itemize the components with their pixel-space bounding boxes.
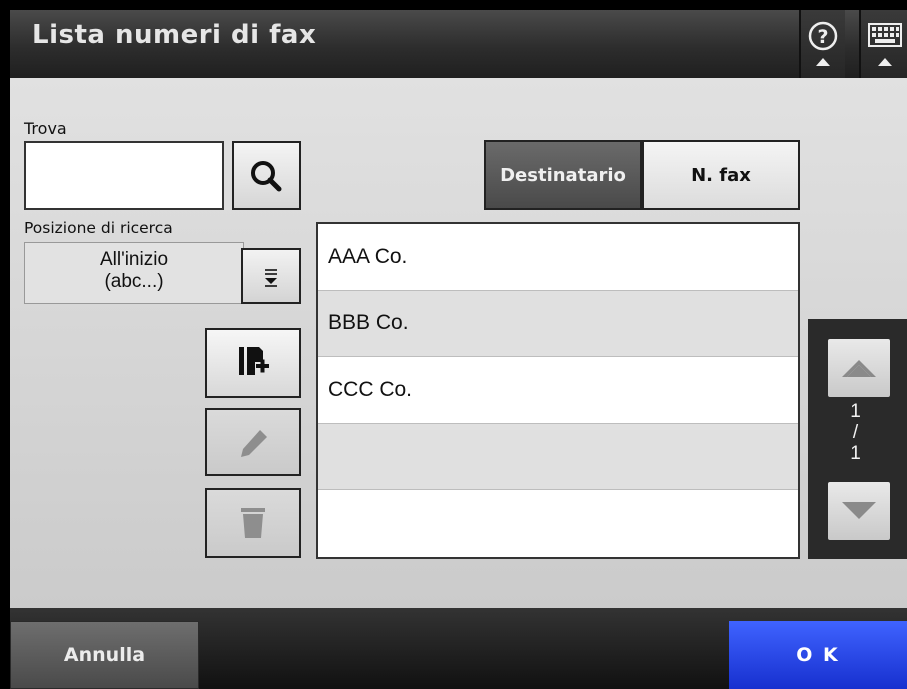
edit-entry-button[interactable] xyxy=(205,408,301,476)
main-panel: Trova Posizione di ricerca All'inizio (a… xyxy=(10,78,907,608)
fax-list: AAA Co. BBB Co. CCC Co. xyxy=(316,222,800,559)
search-button[interactable] xyxy=(232,141,301,210)
page-current: 1 xyxy=(850,401,861,422)
add-entry-button[interactable] xyxy=(205,328,301,398)
list-item[interactable] xyxy=(318,423,798,491)
chevron-down-icon xyxy=(842,502,876,519)
pagination-panel: 1 / 1 xyxy=(808,319,907,559)
pencil-icon xyxy=(241,430,267,457)
header-bar: Lista numeri di fax ? xyxy=(10,10,907,78)
search-label: Trova xyxy=(24,119,67,138)
cancel-button[interactable]: Annulla xyxy=(10,621,199,689)
search-position-dropdown-button[interactable] xyxy=(241,248,301,304)
list-item[interactable] xyxy=(318,490,798,557)
list-item[interactable]: BBB Co. xyxy=(318,290,798,358)
search-position-value[interactable]: All'inizio (abc...) xyxy=(24,242,244,304)
search-position-line2: (abc...) xyxy=(104,271,164,292)
search-position-label: Posizione di ricerca xyxy=(24,219,173,237)
help-question-icon: ? xyxy=(808,21,838,66)
list-item[interactable]: AAA Co. xyxy=(318,224,798,291)
page-title: Lista numeri di fax xyxy=(32,20,317,50)
footer-bar: Annulla O K xyxy=(10,608,907,689)
help-button[interactable]: ? xyxy=(799,10,845,78)
trash-icon xyxy=(241,508,265,538)
delete-entry-button[interactable] xyxy=(205,488,301,558)
page-total: 1 xyxy=(850,443,861,464)
fax-list-screen: Lista numeri di fax ? Trova Posizione di… xyxy=(0,0,907,689)
ok-button[interactable]: O K xyxy=(729,621,907,689)
page-separator: / xyxy=(852,422,859,443)
search-icon xyxy=(251,161,282,192)
keyboard-button[interactable] xyxy=(859,10,907,78)
page-indicator: 1 / 1 xyxy=(808,401,903,464)
page-up-button[interactable] xyxy=(828,339,890,397)
search-position-line1: All'inizio xyxy=(99,249,169,270)
tab-fax-number[interactable]: N. fax xyxy=(642,140,800,210)
tab-recipient[interactable]: Destinatario xyxy=(484,140,642,210)
dropdown-list-icon xyxy=(265,269,277,287)
add-entry-icon xyxy=(239,347,269,375)
search-input[interactable] xyxy=(24,141,224,210)
list-item[interactable]: CCC Co. xyxy=(318,357,798,424)
svg-text:?: ? xyxy=(817,26,828,48)
page-down-button[interactable] xyxy=(828,482,890,540)
keyboard-icon xyxy=(868,23,902,66)
chevron-up-icon xyxy=(842,360,876,377)
